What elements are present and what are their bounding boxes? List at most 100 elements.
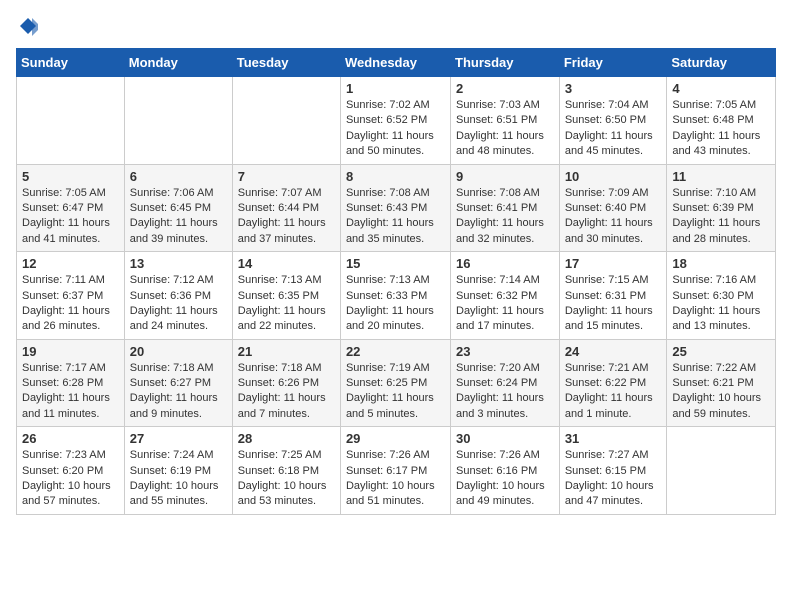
day-info: Sunrise: 7:23 AMSunset: 6:20 PMDaylight:…	[22, 448, 119, 510]
calendar-cell: 29 Sunrise: 7:26 AMSunset: 6:17 PMDayligh…	[340, 427, 450, 515]
day-info: Sunrise: 7:26 AMSunset: 6:16 PMDaylight:…	[456, 448, 554, 510]
calendar-header-row: SundayMondayTuesdayWednesdayThursdayFrid…	[17, 49, 776, 77]
day-info: Sunrise: 7:16 AMSunset: 6:30 PMDaylight:…	[672, 273, 770, 335]
day-number: 19	[22, 344, 119, 359]
day-number: 25	[672, 344, 770, 359]
day-info: Sunrise: 7:02 AMSunset: 6:52 PMDaylight:…	[346, 98, 445, 160]
day-info: Sunrise: 7:21 AMSunset: 6:22 PMDaylight:…	[565, 361, 662, 423]
calendar-week-row: 5 Sunrise: 7:05 AMSunset: 6:47 PMDaylight…	[17, 164, 776, 252]
calendar-cell: 14 Sunrise: 7:13 AMSunset: 6:35 PMDayligh…	[232, 252, 340, 340]
day-info: Sunrise: 7:25 AMSunset: 6:18 PMDaylight:…	[238, 448, 335, 510]
day-info: Sunrise: 7:15 AMSunset: 6:31 PMDaylight:…	[565, 273, 662, 335]
calendar-cell: 31Sunrise: 7:27 AMSunset: 6:15 PMDayligh…	[559, 427, 667, 515]
day-info: Sunrise: 7:14 AMSunset: 6:32 PMDaylight:…	[456, 273, 554, 335]
calendar-cell	[232, 77, 340, 165]
day-number: 27	[130, 431, 227, 446]
calendar-cell: 8 Sunrise: 7:08 AMSunset: 6:43 PMDaylight…	[340, 164, 450, 252]
weekday-header-monday: Monday	[124, 49, 232, 77]
calendar-cell	[124, 77, 232, 165]
calendar-cell: 19 Sunrise: 7:17 AMSunset: 6:28 PMDayligh…	[17, 339, 125, 427]
weekday-header-saturday: Saturday	[667, 49, 776, 77]
header	[16, 16, 776, 36]
day-number: 29	[346, 431, 445, 446]
day-number: 9	[456, 169, 554, 184]
calendar-cell: 12 Sunrise: 7:11 AMSunset: 6:37 PMDayligh…	[17, 252, 125, 340]
calendar-cell: 25Sunrise: 7:22 AMSunset: 6:21 PMDayligh…	[667, 339, 776, 427]
day-info: Sunrise: 7:10 AMSunset: 6:39 PMDaylight:…	[672, 186, 770, 248]
calendar-cell: 6 Sunrise: 7:06 AMSunset: 6:45 PMDaylight…	[124, 164, 232, 252]
day-number: 17	[565, 256, 662, 271]
logo-icon	[18, 16, 38, 36]
day-number: 21	[238, 344, 335, 359]
calendar-week-row: 1 Sunrise: 7:02 AMSunset: 6:52 PMDaylight…	[17, 77, 776, 165]
calendar-table: SundayMondayTuesdayWednesdayThursdayFrid…	[16, 48, 776, 515]
day-number: 12	[22, 256, 119, 271]
calendar-cell: 17 Sunrise: 7:15 AMSunset: 6:31 PMDayligh…	[559, 252, 667, 340]
calendar-week-row: 26Sunrise: 7:23 AMSunset: 6:20 PMDayligh…	[17, 427, 776, 515]
day-info: Sunrise: 7:19 AMSunset: 6:25 PMDaylight:…	[346, 361, 445, 423]
day-number: 5	[22, 169, 119, 184]
calendar-cell	[667, 427, 776, 515]
day-info: Sunrise: 7:12 AMSunset: 6:36 PMDaylight:…	[130, 273, 227, 335]
day-number: 14	[238, 256, 335, 271]
day-info: Sunrise: 7:18 AMSunset: 6:27 PMDaylight:…	[130, 361, 227, 423]
calendar-cell: 3 Sunrise: 7:04 AMSunset: 6:50 PMDaylight…	[559, 77, 667, 165]
weekday-header-wednesday: Wednesday	[340, 49, 450, 77]
day-info: Sunrise: 7:11 AMSunset: 6:37 PMDaylight:…	[22, 273, 119, 335]
day-info: Sunrise: 7:08 AMSunset: 6:43 PMDaylight:…	[346, 186, 445, 248]
day-info: Sunrise: 7:04 AMSunset: 6:50 PMDaylight:…	[565, 98, 662, 160]
weekday-header-sunday: Sunday	[17, 49, 125, 77]
day-number: 30	[456, 431, 554, 446]
day-number: 1	[346, 81, 445, 96]
day-info: Sunrise: 7:05 AMSunset: 6:48 PMDaylight:…	[672, 98, 770, 160]
day-number: 4	[672, 81, 770, 96]
calendar-cell: 10 Sunrise: 7:09 AMSunset: 6:40 PMDayligh…	[559, 164, 667, 252]
day-info: Sunrise: 7:18 AMSunset: 6:26 PMDaylight:…	[238, 361, 335, 423]
page: SundayMondayTuesdayWednesdayThursdayFrid…	[0, 0, 792, 612]
weekday-header-thursday: Thursday	[451, 49, 560, 77]
calendar-cell: 9 Sunrise: 7:08 AMSunset: 6:41 PMDaylight…	[451, 164, 560, 252]
day-info: Sunrise: 7:13 AMSunset: 6:33 PMDaylight:…	[346, 273, 445, 335]
logo	[16, 16, 38, 36]
calendar-week-row: 19 Sunrise: 7:17 AMSunset: 6:28 PMDayligh…	[17, 339, 776, 427]
calendar-cell: 20 Sunrise: 7:18 AMSunset: 6:27 PMDayligh…	[124, 339, 232, 427]
day-info: Sunrise: 7:26 AMSunset: 6:17 PMDaylight:…	[346, 448, 445, 510]
calendar-cell: 18 Sunrise: 7:16 AMSunset: 6:30 PMDayligh…	[667, 252, 776, 340]
calendar-cell: 30 Sunrise: 7:26 AMSunset: 6:16 PMDayligh…	[451, 427, 560, 515]
day-info: Sunrise: 7:03 AMSunset: 6:51 PMDaylight:…	[456, 98, 554, 160]
calendar-cell: 11Sunrise: 7:10 AMSunset: 6:39 PMDayligh…	[667, 164, 776, 252]
day-info: Sunrise: 7:06 AMSunset: 6:45 PMDaylight:…	[130, 186, 227, 248]
calendar-cell: 2 Sunrise: 7:03 AMSunset: 6:51 PMDaylight…	[451, 77, 560, 165]
calendar-cell: 26Sunrise: 7:23 AMSunset: 6:20 PMDayligh…	[17, 427, 125, 515]
day-number: 31	[565, 431, 662, 446]
day-number: 8	[346, 169, 445, 184]
calendar-cell: 22 Sunrise: 7:19 AMSunset: 6:25 PMDayligh…	[340, 339, 450, 427]
calendar-cell: 28 Sunrise: 7:25 AMSunset: 6:18 PMDayligh…	[232, 427, 340, 515]
calendar-cell: 24Sunrise: 7:21 AMSunset: 6:22 PMDayligh…	[559, 339, 667, 427]
day-number: 28	[238, 431, 335, 446]
day-number: 15	[346, 256, 445, 271]
day-info: Sunrise: 7:20 AMSunset: 6:24 PMDaylight:…	[456, 361, 554, 423]
day-number: 20	[130, 344, 227, 359]
day-info: Sunrise: 7:24 AMSunset: 6:19 PMDaylight:…	[130, 448, 227, 510]
calendar-cell: 7Sunrise: 7:07 AMSunset: 6:44 PMDaylight…	[232, 164, 340, 252]
calendar-cell	[17, 77, 125, 165]
calendar-cell: 13 Sunrise: 7:12 AMSunset: 6:36 PMDayligh…	[124, 252, 232, 340]
day-number: 3	[565, 81, 662, 96]
day-info: Sunrise: 7:05 AMSunset: 6:47 PMDaylight:…	[22, 186, 119, 248]
calendar-cell: 16Sunrise: 7:14 AMSunset: 6:32 PMDayligh…	[451, 252, 560, 340]
calendar-cell: 21 Sunrise: 7:18 AMSunset: 6:26 PMDayligh…	[232, 339, 340, 427]
day-number: 22	[346, 344, 445, 359]
day-info: Sunrise: 7:08 AMSunset: 6:41 PMDaylight:…	[456, 186, 554, 248]
day-number: 6	[130, 169, 227, 184]
day-number: 18	[672, 256, 770, 271]
calendar-cell: 23Sunrise: 7:20 AMSunset: 6:24 PMDayligh…	[451, 339, 560, 427]
day-info: Sunrise: 7:13 AMSunset: 6:35 PMDaylight:…	[238, 273, 335, 335]
day-number: 7	[238, 169, 335, 184]
day-info: Sunrise: 7:17 AMSunset: 6:28 PMDaylight:…	[22, 361, 119, 423]
day-number: 10	[565, 169, 662, 184]
day-info: Sunrise: 7:09 AMSunset: 6:40 PMDaylight:…	[565, 186, 662, 248]
calendar-cell: 15 Sunrise: 7:13 AMSunset: 6:33 PMDayligh…	[340, 252, 450, 340]
day-number: 13	[130, 256, 227, 271]
day-number: 2	[456, 81, 554, 96]
